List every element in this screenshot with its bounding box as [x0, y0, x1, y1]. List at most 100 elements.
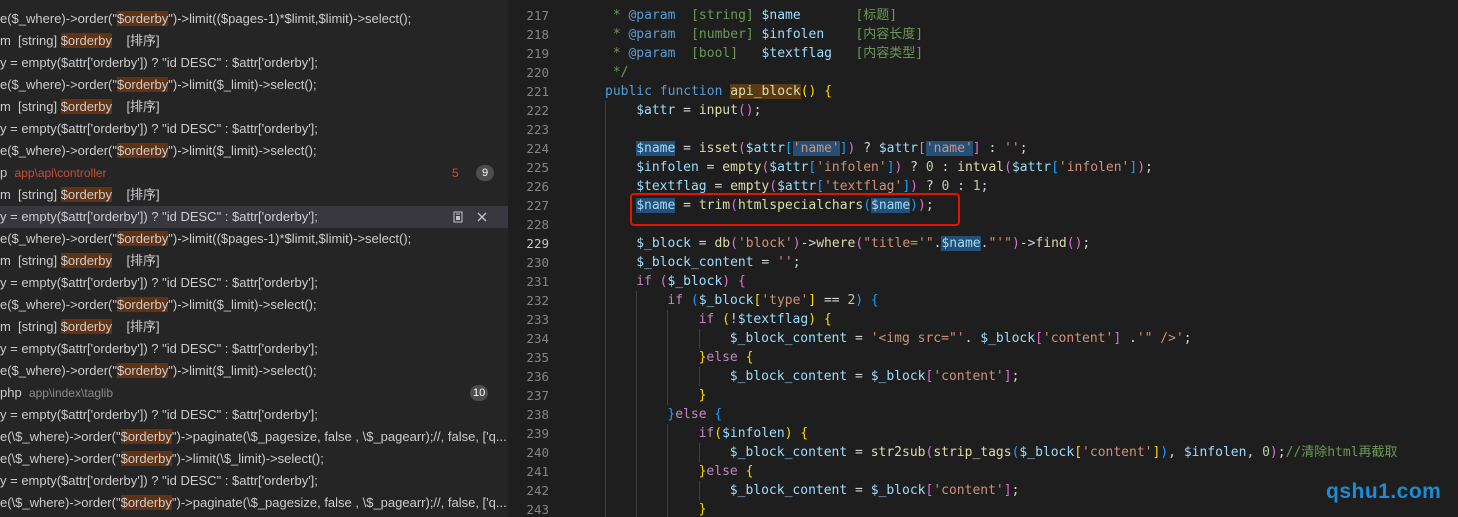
code-line[interactable]: 224 $name = isset($attr['name']) ? $attr[… [508, 139, 1458, 158]
watermark: qshu1.com [1326, 480, 1442, 503]
code-text: } [698, 388, 707, 403]
search-match-line[interactable]: m [string] $orderby [排序] [0, 96, 508, 118]
match-highlight: $orderby [116, 143, 169, 158]
code-line[interactable]: 237} [508, 386, 1458, 405]
match-highlight: $orderby [116, 11, 169, 26]
line-number: 218 [526, 27, 549, 42]
code-text: $_block_content = '<img src="'. $_block[… [729, 331, 1192, 346]
code-line[interactable]: 234 $_block_content = '<img src="'. $_blo… [508, 329, 1458, 348]
code-line[interactable]: 233 if (!$textflag) { [508, 310, 1458, 329]
search-results-panel: e($_where)->order("$orderby")->limit(($p… [0, 0, 508, 517]
line-number: 232 [526, 293, 549, 308]
indent-guide [667, 481, 669, 500]
match-text: y = empty($attr['orderby']) ? "id DESC" … [0, 407, 318, 422]
search-match-line[interactable]: e(\$_where)->order("$orderby")->limit(\$… [0, 448, 508, 470]
search-file-header[interactable]: p app\api\controller 5 9 [0, 162, 508, 184]
match-text: m [string] $orderby [排序] [0, 253, 160, 268]
code-line[interactable]: 217 * @param [string] $name [标题] [508, 6, 1458, 25]
code-line[interactable]: 220 */ [508, 63, 1458, 82]
indent-guide [605, 405, 606, 424]
code-text: } [698, 502, 707, 517]
indent-guide [605, 139, 606, 158]
code-text: }else { [698, 350, 754, 365]
search-match-line[interactable]: y = empty($attr['orderby']) ? "id DESC" … [0, 338, 508, 360]
code-line[interactable]: 228 [508, 215, 1458, 234]
search-match-line[interactable]: e($_where)->order("$orderby")->limit(($p… [0, 228, 508, 250]
line-number: 223 [526, 122, 549, 137]
line-number: 229 [526, 236, 549, 251]
search-match-line[interactable]: e($_where)->order("$orderby")->limit($_l… [0, 74, 508, 96]
indent-guide [605, 329, 606, 348]
code-line[interactable]: 221 public function api_block() { [508, 82, 1458, 101]
line-number: 227 [526, 198, 549, 213]
search-match-line[interactable]: m [string] $orderby [排序] [0, 316, 508, 338]
match-highlight: $orderby [120, 429, 172, 444]
code-line[interactable]: 219 * @param [bool] $textflag [内容类型] [508, 44, 1458, 63]
code-line[interactable]: 241}else { [508, 462, 1458, 481]
line-number: 233 [526, 312, 549, 327]
search-match-line[interactable]: y = empty($attr['orderby']) ? "id DESC" … [0, 272, 508, 294]
search-match-line[interactable]: m [string] $orderby [排序] [0, 250, 508, 272]
code-line[interactable]: 232 if ($_block['type'] == 2) { [508, 291, 1458, 310]
match-text: e($_where)->order("$orderby")->limit(($p… [0, 231, 412, 246]
search-match-line[interactable]: y = empty($attr['orderby']) ? "id DESC" … [0, 206, 508, 228]
indent-guide [636, 481, 638, 500]
line-number: 226 [526, 179, 549, 194]
code-line[interactable]: 222 $attr = input(); [508, 101, 1458, 120]
code-line[interactable]: 229 $_block = db('block')->where("title='… [508, 234, 1458, 253]
search-match-line[interactable]: e($_where)->order("$orderby")->limit($_l… [0, 140, 508, 162]
search-match-line[interactable]: e($_where)->order("$orderby")->limit($_l… [0, 360, 508, 382]
search-match-line[interactable]: y = empty($attr['orderby']) ? "id DESC" … [0, 52, 508, 74]
code-line[interactable]: 236 $_block_content = $_block['content']; [508, 367, 1458, 386]
indent-guide [698, 481, 700, 500]
code-text: if ($_block['type'] == 2) { [667, 293, 879, 308]
search-match-line[interactable]: y = empty($attr['orderby']) ? "id DESC" … [0, 118, 508, 140]
code-line[interactable]: 242 $_block_content = $_block['content']; [508, 481, 1458, 500]
code-text: }else { [667, 407, 723, 422]
indent-guide [636, 462, 638, 481]
code-line[interactable]: 243} [508, 500, 1458, 517]
search-match-line[interactable]: y = empty($attr['orderby']) ? "id DESC" … [0, 404, 508, 426]
indent-guide [667, 424, 669, 443]
match-text: e(\$_where)->order("$orderby")->limit(\$… [0, 451, 324, 466]
line-number: 243 [526, 502, 549, 517]
match-highlight: $orderby [60, 319, 112, 334]
search-match-line[interactable]: e(\$_where)->order("$orderby")->paginate… [0, 426, 508, 448]
search-match-line[interactable]: m [string] $orderby [排序] [0, 184, 508, 206]
match-text: m [string] $orderby [排序] [0, 187, 160, 202]
search-match-line[interactable]: e($_where)->order("$orderby")->limit($_l… [0, 294, 508, 316]
indent-guide [636, 329, 638, 348]
search-match-line[interactable]: y = empty($attr['orderby']) ? "id DESC" … [0, 470, 508, 492]
indent-guide [605, 234, 606, 253]
code-line[interactable]: 227 $name = trim(htmlspecialchars($name))… [508, 196, 1458, 215]
line-number: 219 [526, 46, 549, 61]
code-editor[interactable]: 217 * @param [string] $name [标题] 218 * @p… [508, 0, 1458, 517]
replace-icon[interactable] [452, 211, 464, 223]
code-line[interactable]: 231 if ($_block) { [508, 272, 1458, 291]
line-number: 220 [526, 65, 549, 80]
indent-guide [698, 443, 700, 462]
search-file-header[interactable]: php app\index\taglib 10 [0, 382, 508, 404]
code-line[interactable]: 218 * @param [number] $infolen [内容长度] [508, 25, 1458, 44]
code-line[interactable]: 240 $_block_content = str2sub(strip_tags(… [508, 443, 1458, 462]
close-icon[interactable] [476, 211, 488, 223]
search-match-line[interactable]: e($_where)->order("$orderby")->limit(($p… [0, 8, 508, 30]
code-text: $_block = db('block')->where("title='".$… [636, 236, 1091, 251]
code-text: $_block_content = ''; [636, 255, 801, 270]
code-line[interactable]: 235}else { [508, 348, 1458, 367]
indent-guide [667, 500, 669, 517]
match-text: e($_where)->order("$orderby")->limit($_l… [0, 143, 317, 158]
code-line[interactable]: 238}else { [508, 405, 1458, 424]
indent-guide [667, 367, 669, 386]
code-line[interactable]: 223 [508, 120, 1458, 139]
line-number: 236 [526, 369, 549, 384]
code-line[interactable]: 225 $infolen = empty($attr['infolen']) ? … [508, 158, 1458, 177]
code-line[interactable]: 230 $_block_content = ''; [508, 253, 1458, 272]
code-line[interactable]: 239 if($infolen) { [508, 424, 1458, 443]
code-line[interactable]: 226 $textflag = empty($attr['textflag']) … [508, 177, 1458, 196]
indent-guide [605, 500, 606, 517]
search-match-line[interactable]: e(\$_where)->order("$orderby")->paginate… [0, 492, 508, 514]
search-match-line[interactable]: m [string] $orderby [排序] [0, 30, 508, 52]
match-highlight: $orderby [116, 77, 169, 92]
indent-guide [667, 310, 669, 329]
